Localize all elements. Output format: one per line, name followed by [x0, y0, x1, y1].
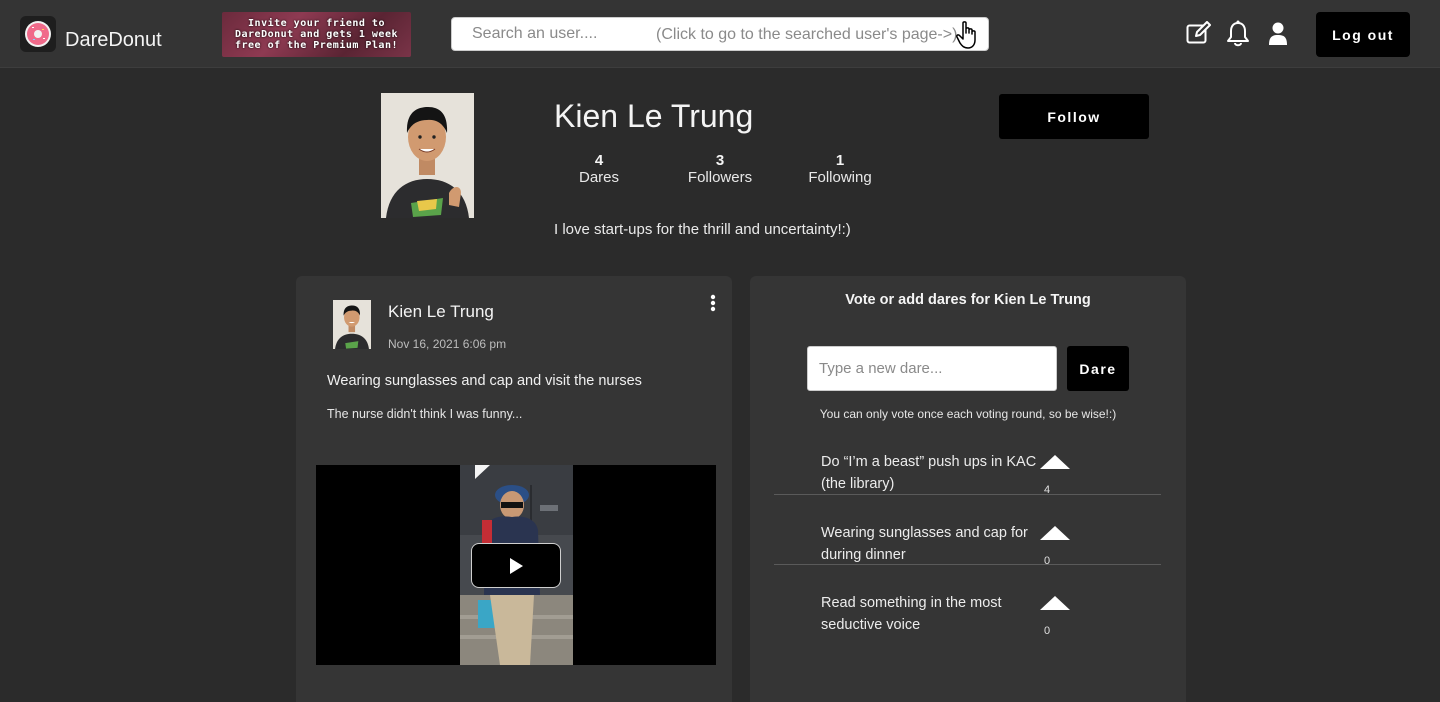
post-author-name[interactable]: Kien Le Trung: [388, 302, 494, 322]
post-text: The nurse didn't think I was funny...: [327, 407, 523, 421]
post-video[interactable]: [316, 465, 716, 665]
post-author-avatar[interactable]: [333, 300, 371, 349]
edit-icon[interactable]: [1186, 21, 1212, 50]
vote-count: 0: [1044, 555, 1051, 567]
dares-card: Vote or add dares for Kien Le Trung Dare…: [750, 276, 1186, 702]
donut-logo-icon[interactable]: [20, 16, 56, 52]
stat-label: Followers: [687, 169, 753, 186]
user-icon[interactable]: [1268, 22, 1288, 51]
post-title: Wearing sunglasses and cap and visit the…: [327, 373, 642, 389]
new-dare-input[interactable]: [807, 346, 1057, 391]
stat-value: 3: [715, 152, 725, 169]
top-nav-bar: DareDonut Invite your friend to DareDonu…: [0, 0, 1440, 68]
promo-text: Invite your friend to DareDonut and gets…: [234, 18, 398, 51]
brand-name[interactable]: DareDonut: [65, 29, 162, 52]
post-date: Nov 16, 2021 6:06 pm: [388, 337, 507, 351]
stat-following[interactable]: 1 Following: [785, 152, 895, 186]
dare-list-item: Do “I’m a beast” push ups in KAC (the li…: [774, 450, 1161, 496]
upvote-arrow-icon[interactable]: [1039, 525, 1071, 546]
upvote-arrow-icon[interactable]: [1039, 454, 1071, 475]
hand-pointer-icon[interactable]: [954, 20, 982, 55]
play-icon: [510, 557, 523, 574]
bell-icon[interactable]: [1226, 20, 1250, 53]
profile-bio: I love start-ups for the thrill and unce…: [554, 221, 851, 238]
dare-submit-button[interactable]: Dare: [1067, 346, 1129, 391]
stat-followers[interactable]: 3 Followers: [665, 152, 775, 186]
dare-text: Read something in the most seductive voi…: [821, 595, 1002, 633]
dare-text: Do “I’m a beast” push ups in KAC (the li…: [821, 454, 1037, 492]
stat-value: 4: [594, 152, 604, 169]
stat-dares[interactable]: 4 Dares: [544, 152, 654, 186]
stat-label: Following: [808, 169, 872, 186]
profile-avatar: [381, 93, 474, 218]
vote-count: 0: [1044, 625, 1051, 637]
play-button[interactable]: [471, 543, 561, 588]
stat-value: 1: [835, 152, 845, 169]
vote-note: You can only vote once each voting round…: [819, 407, 1117, 421]
search-input[interactable]: [452, 18, 632, 50]
logout-button[interactable]: Log out: [1316, 12, 1410, 57]
post-footer-actions: [316, 696, 716, 702]
profile-name: Kien Le Trung: [554, 98, 754, 134]
follow-button[interactable]: Follow: [999, 94, 1149, 139]
post-card: Kien Le Trung Nov 16, 2021 6:06 pm Weari…: [296, 276, 732, 702]
more-options-icon[interactable]: [710, 294, 716, 317]
promo-banner[interactable]: Invite your friend to DareDonut and gets…: [222, 12, 411, 57]
dare-text: Wearing sunglasses and cap for during di…: [821, 525, 1028, 563]
user-search-bar: (Click to go to the searched user's page…: [451, 17, 989, 51]
dare-list-item: Wearing sunglasses and cap for during di…: [774, 521, 1161, 567]
vote-count: 4: [1044, 484, 1051, 496]
dare-list-item: Read something in the most seductive voi…: [774, 591, 1161, 641]
stat-label: Dares: [578, 169, 619, 186]
upvote-arrow-icon[interactable]: [1039, 595, 1071, 616]
search-hint: (Click to go to the searched user's page…: [656, 26, 958, 43]
dares-card-title: Vote or add dares for Kien Le Trung: [845, 292, 1091, 308]
